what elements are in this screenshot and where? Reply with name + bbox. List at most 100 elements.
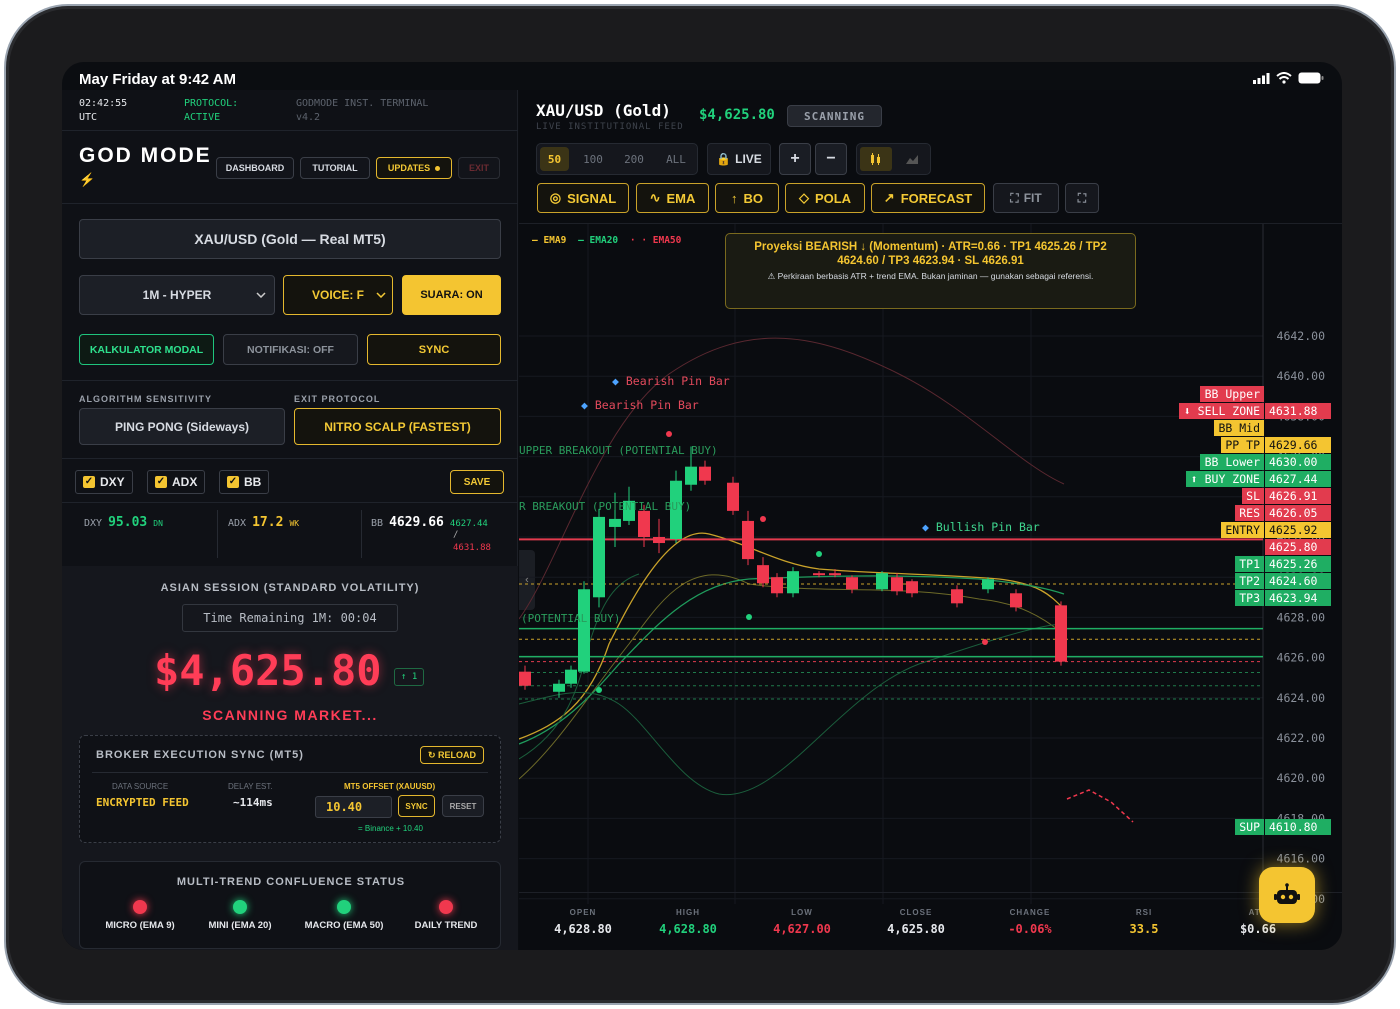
symbol-selector[interactable]: XAU/USD (Gold — Real MT5) bbox=[79, 219, 501, 259]
sync-button[interactable]: SYNC bbox=[367, 334, 501, 365]
stat-close-value: 4,625.80 bbox=[887, 922, 945, 936]
check-icon: ✓ bbox=[227, 476, 239, 488]
stat-close-key: CLOSE bbox=[899, 908, 933, 917]
price-level-name: TP1 bbox=[1235, 556, 1264, 572]
stat-rsi: RSI 33.5 bbox=[1089, 908, 1199, 936]
fullscreen-icon[interactable]: ⛶ bbox=[1065, 183, 1099, 213]
adx-checkbox[interactable]: ✓ ADX bbox=[147, 470, 206, 494]
dxy-label: DXY bbox=[100, 475, 125, 489]
voice-select[interactable]: VOICE: F bbox=[283, 275, 393, 315]
status-time: May Friday at 9:42 AM bbox=[79, 71, 236, 88]
signal-dot bbox=[982, 639, 988, 645]
save-button[interactable]: SAVE bbox=[450, 470, 504, 494]
tutorial-button[interactable]: TUTORIAL bbox=[300, 157, 370, 179]
y-tick-label: 4616.00 bbox=[1277, 852, 1326, 866]
bolt-icon: ⚡ bbox=[79, 172, 96, 187]
timeframe-select[interactable]: 1M - HYPER bbox=[79, 275, 275, 315]
area-chart-icon[interactable] bbox=[896, 147, 928, 171]
candle bbox=[1055, 605, 1067, 662]
price-level-value: 4627.44 bbox=[1265, 471, 1331, 487]
candle bbox=[906, 581, 918, 594]
range-200[interactable]: 200 bbox=[618, 147, 650, 171]
arrow-up-icon: ↑ bbox=[731, 190, 738, 206]
bearish-pin-text-2: Bearish Pin Bar bbox=[594, 398, 699, 412]
updates-button[interactable]: UPDATES bbox=[376, 157, 452, 179]
price-level-name: TP2 bbox=[1235, 573, 1264, 589]
trend-title: MULTI-TREND CONFLUENCE STATUS bbox=[176, 876, 406, 888]
price-level-value: 4610.80 bbox=[1265, 819, 1331, 835]
delay-label: DELAY EST. bbox=[228, 782, 273, 791]
session-name: ASIAN SESSION (STANDARD VOLATILITY) bbox=[160, 582, 420, 594]
signal-dot bbox=[666, 431, 672, 437]
price-level-value: 4630.00 bbox=[1265, 454, 1331, 470]
scanning-badge: SCANNING bbox=[787, 105, 882, 127]
bb-lower-line bbox=[519, 623, 1065, 796]
zoom-out-button[interactable]: − bbox=[815, 143, 847, 175]
forecast-button[interactable]: ↗ FORECAST bbox=[871, 183, 985, 213]
y-tick-label: 4620.00 bbox=[1277, 771, 1326, 785]
signal-button[interactable]: ◎ SIGNAL bbox=[537, 183, 629, 213]
pola-button[interactable]: ◇ POLA bbox=[785, 183, 865, 213]
candle bbox=[519, 671, 531, 686]
offset-reset-button[interactable]: RESET bbox=[442, 795, 484, 817]
exit-button[interactable]: EXIT bbox=[458, 157, 500, 179]
delay-value: ~114ms bbox=[233, 796, 273, 809]
price-chart[interactable]: 4642.004640.004638.004636.004634.004632.… bbox=[519, 224, 1342, 904]
ai-assistant-button[interactable] bbox=[1259, 867, 1315, 923]
price-level-name: TP3 bbox=[1235, 590, 1264, 606]
live-button[interactable]: 🔒 LIVE bbox=[707, 143, 771, 175]
upper-breakout-label: UPPER BREAKOUT (POTENTIAL BUY) bbox=[519, 444, 718, 457]
chevron-down-icon bbox=[376, 292, 386, 298]
candle bbox=[891, 577, 903, 592]
tick-badge: ↑ 1 bbox=[394, 668, 425, 686]
range-all[interactable]: ALL bbox=[659, 147, 693, 171]
scan-status: SCANNING MARKET... bbox=[202, 707, 378, 723]
candles-icon[interactable] bbox=[860, 147, 892, 171]
offset-sync-button[interactable]: SYNC bbox=[398, 795, 435, 817]
stat-change-value: -0.06% bbox=[1008, 922, 1052, 936]
mid-breakout-label: R BREAKOUT (POTENTIAL BUY) bbox=[519, 500, 692, 513]
dxy-readout: DXY 95.03 DN bbox=[84, 515, 163, 530]
bb-checkbox[interactable]: ✓ BB bbox=[219, 470, 270, 494]
clock-time: 02:42:55 bbox=[79, 98, 128, 109]
candle bbox=[742, 520, 754, 560]
terminal-version: v4.2 bbox=[296, 112, 321, 123]
terminal-name: GODMODE INST. TERMINAL v4.2 bbox=[296, 97, 428, 125]
dxy-checkbox[interactable]: ✓ DXY bbox=[75, 470, 133, 494]
stat-open-key: OPEN bbox=[569, 908, 597, 917]
sound-toggle[interactable]: SUARA: ON bbox=[402, 275, 501, 315]
trend-label: MINI (EMA 20) bbox=[208, 920, 272, 931]
range-100[interactable]: 100 bbox=[577, 147, 609, 171]
diamond-icon: ◆ bbox=[922, 520, 929, 534]
indicator-toggles: ✓ DXY ✓ ADX ✓ BB SAVE bbox=[75, 470, 505, 494]
fit-button[interactable]: ⛶ FIT bbox=[993, 183, 1059, 213]
reload-button[interactable]: ↻ RELOAD bbox=[420, 746, 484, 764]
dxy-trend: DN bbox=[153, 519, 163, 528]
screen: May Friday at 9:42 AM 02:42:55 UTC PROTO… bbox=[62, 62, 1342, 950]
lower-breakout-label: (POTENTIAL BUY) bbox=[521, 612, 621, 625]
exit-protocol-select[interactable]: NITRO SCALP (FASTEST) bbox=[294, 408, 501, 445]
candle bbox=[846, 577, 858, 590]
dashboard-button[interactable]: DASHBOARD bbox=[216, 157, 294, 179]
range-50[interactable]: 50 bbox=[540, 147, 569, 171]
ema-button[interactable]: ∿ EMA bbox=[636, 183, 709, 213]
y-tick-label: 4640.00 bbox=[1277, 369, 1326, 383]
zoom-in-button[interactable]: + bbox=[779, 143, 811, 175]
candle bbox=[951, 589, 963, 604]
stat-rsi-key: RSI bbox=[1135, 908, 1153, 917]
capital-calculator-button[interactable]: KALKULATOR MODAL bbox=[79, 334, 214, 365]
candle bbox=[609, 518, 621, 527]
legend-ema9-label: EMA9 bbox=[543, 235, 567, 246]
y-tick-label: 4626.00 bbox=[1277, 651, 1326, 665]
algo-sensitivity-select[interactable]: PING PONG (Sideways) bbox=[79, 408, 285, 445]
bo-button[interactable]: ↑ BO bbox=[715, 183, 779, 213]
forecast-line1: Proyeksi BEARISH ↓ (Momentum) · ATR=0.66… bbox=[754, 241, 1107, 253]
offset-input[interactable]: 10.40 bbox=[315, 796, 392, 818]
candle bbox=[829, 573, 841, 576]
chevron-down-icon bbox=[256, 292, 266, 298]
control-panel: 02:42:55 UTC PROTOCOL: ACTIVE GODMODE IN… bbox=[62, 90, 518, 950]
bo-label: BO bbox=[743, 190, 764, 206]
notification-toggle[interactable]: NOTIFIKASI: OFF bbox=[223, 334, 358, 365]
bb-key: BB bbox=[371, 518, 384, 529]
candle bbox=[982, 579, 994, 590]
